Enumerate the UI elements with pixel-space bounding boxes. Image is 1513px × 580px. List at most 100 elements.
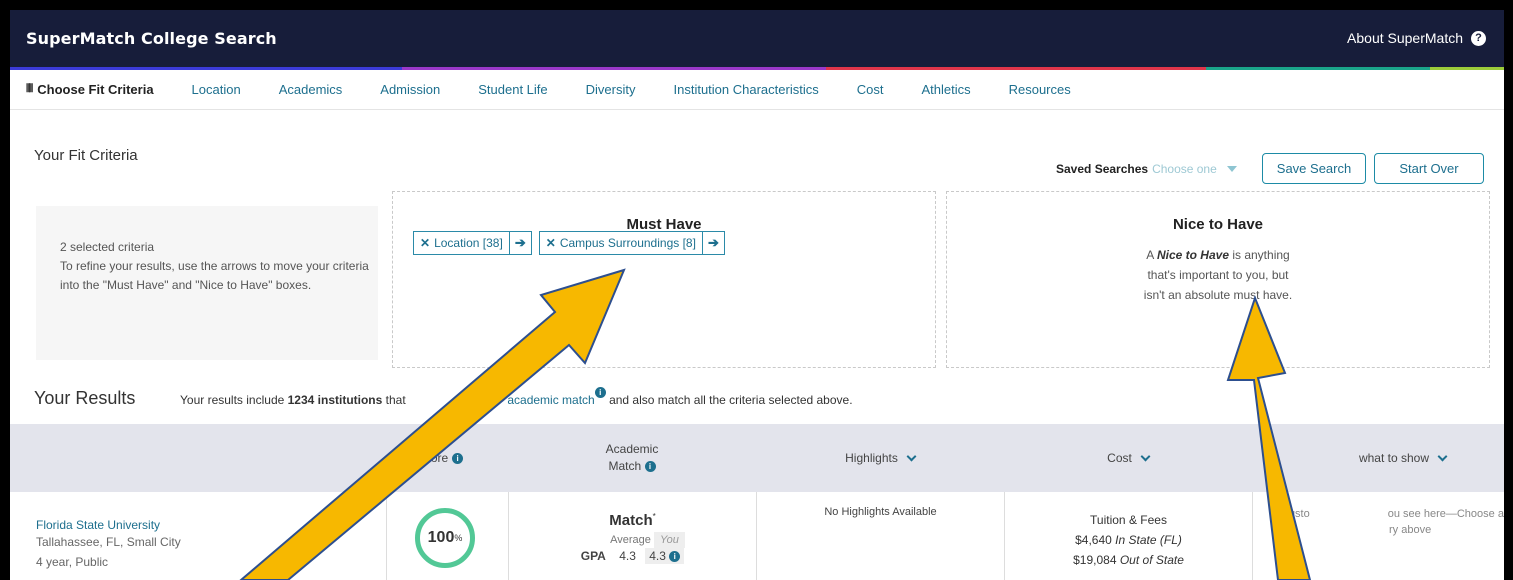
- in-state-amount: $4,640: [1075, 533, 1112, 547]
- academic-match-link[interactable]: academic match: [507, 393, 594, 407]
- saved-searches-select[interactable]: Saved Searches Choose one: [1056, 162, 1237, 176]
- results-text: Your results include: [180, 393, 288, 407]
- in-state-cost: $4,640 In State (FL): [1005, 530, 1252, 550]
- tab-resources[interactable]: Resources: [1009, 82, 1071, 97]
- match-text: Match: [609, 512, 653, 529]
- app-window: SuperMatch College Search About SuperMat…: [10, 10, 1504, 580]
- school-location: Tallahassee, FL, Small City: [36, 535, 181, 549]
- start-over-button[interactable]: Start Over: [1374, 153, 1484, 184]
- results-text: that: [382, 393, 406, 407]
- gpa-you-box: 4.3 i: [645, 548, 685, 564]
- top-bar: SuperMatch College Search About SuperMat…: [10, 10, 1504, 67]
- tab-admission[interactable]: Admission: [380, 82, 440, 97]
- match-star: *: [652, 512, 656, 521]
- you-label: You: [653, 532, 685, 548]
- out-state-amount: $19,084: [1073, 553, 1117, 567]
- nice-to-have-box[interactable]: Nice to Have A Nice to Have is anything t…: [946, 191, 1490, 368]
- custom-text: ou see here—Choose a: [1387, 508, 1504, 520]
- highlights-cell: No Highlights Available: [756, 492, 1004, 580]
- cost-cell: Tuition & Fees $4,640 In State (FL) $19,…: [1004, 492, 1252, 580]
- in-state-label: In State (FL): [1115, 533, 1182, 547]
- fit-criteria-title: Your Fit Criteria: [34, 147, 138, 164]
- about-label: About SuperMatch: [1347, 30, 1463, 46]
- selected-count: 2 selected criteria: [60, 240, 155, 254]
- criteria-info-box: 2 selected criteria To refine your resul…: [36, 206, 378, 360]
- remove-icon[interactable]: ✕: [540, 232, 560, 254]
- remove-icon[interactable]: ✕: [414, 232, 434, 254]
- chip-label: Location [38]: [434, 236, 503, 250]
- arrow-right-icon[interactable]: ➔: [508, 232, 531, 254]
- tuition-label: Tuition & Fees: [1090, 513, 1167, 527]
- nice-to-have-description: A Nice to Have is anything that's importa…: [1143, 248, 1293, 302]
- chevron-down-icon: [1437, 451, 1448, 461]
- chip-label: Campus Surroundings [8]: [559, 236, 696, 250]
- help-icon: ?: [1471, 30, 1486, 46]
- out-state-cost: $19,084 Out of State: [1005, 550, 1252, 570]
- score-cell: 100%: [386, 492, 508, 580]
- custom-text: ry above: [1389, 524, 1432, 536]
- results-title: Your Results: [34, 388, 136, 408]
- score-header[interactable]: ore i: [386, 424, 508, 492]
- tab-academics[interactable]: Academics: [279, 82, 343, 97]
- customize-label: what to show: [1358, 450, 1429, 465]
- tab-location[interactable]: Location: [192, 82, 241, 97]
- customize-header[interactable]: what to show: [1252, 424, 1504, 492]
- match-label: Match*: [509, 512, 756, 529]
- table-row: Florida State University Tallahassee, FL…: [10, 492, 1504, 580]
- tab-label: Choose Fit Criteria: [37, 82, 154, 97]
- results-table-header: ore i Academic Match i Highlights Cost w…: [10, 424, 1504, 492]
- desc-emphasis: Nice to Have: [1156, 248, 1229, 262]
- custom-cell: Custo ou see here—Choose a ry above: [1252, 492, 1504, 580]
- academic-match-label: Academic: [605, 442, 659, 456]
- score-ring: 100%: [415, 508, 475, 568]
- saved-searches-label: Saved Searches: [1056, 162, 1149, 176]
- criteria-instructions: To refine your results, use the arrows t…: [60, 259, 369, 292]
- gpa-row: GPA 4.3 4.3 i: [509, 548, 756, 564]
- out-state-label: Out of State: [1119, 553, 1184, 567]
- chevron-down-icon: [906, 451, 917, 461]
- must-have-chips: ✕ Location [38] ➔ ✕ Campus Surroundings …: [413, 231, 725, 255]
- average-label: Average: [610, 534, 651, 546]
- about-link[interactable]: About SuperMatch ?: [1347, 30, 1486, 46]
- tab-diversity[interactable]: Diversity: [586, 82, 636, 97]
- highlights-label: Highlights: [845, 450, 898, 465]
- info-icon[interactable]: i: [452, 452, 464, 464]
- tab-cost[interactable]: Cost: [857, 82, 884, 97]
- school-name-link[interactable]: Florida State University: [36, 518, 160, 532]
- info-icon[interactable]: i: [669, 551, 681, 563]
- results-text: and also match all the criteria selected…: [605, 393, 853, 407]
- score-unit: %: [454, 533, 463, 543]
- gpa-you: 4.3: [649, 549, 666, 563]
- custom-text: Custo: [1281, 508, 1310, 520]
- school-cell: Florida State University Tallahassee, FL…: [10, 492, 386, 580]
- nice-to-have-title: Nice to Have: [1172, 216, 1264, 233]
- score-value: 100: [427, 529, 455, 546]
- tab-student-life[interactable]: Student Life: [478, 82, 547, 97]
- criteria-chip: ✕ Location [38] ➔: [413, 231, 532, 255]
- school-type: 4 year, Public: [36, 555, 109, 569]
- tab-athletics[interactable]: Athletics: [921, 82, 970, 97]
- chevron-down-icon: [1226, 166, 1237, 172]
- arrow-right-icon[interactable]: ➔: [701, 232, 724, 254]
- tab-institution-characteristics[interactable]: Institution Characteristics: [673, 82, 818, 97]
- info-icon[interactable]: i: [594, 387, 606, 399]
- tab-choose-fit-criteria[interactable]: ⫴⫴ Choose Fit Criteria: [26, 82, 154, 97]
- score-header-label: ore: [430, 450, 449, 465]
- saved-searches-placeholder: Choose one: [1152, 162, 1217, 176]
- app-title: SuperMatch College Search: [26, 29, 277, 48]
- academic-match-label: Match: [608, 459, 642, 473]
- gpa-headers: Average You: [509, 532, 756, 548]
- info-icon[interactable]: i: [644, 461, 656, 473]
- must-have-box[interactable]: Must Have ✕ Location [38] ➔ ✕ Campus Sur…: [392, 191, 936, 368]
- gpa-average: 4.3: [619, 549, 636, 563]
- results-summary: Your results include 1234 institutions t…: [180, 387, 853, 407]
- academic-match-cell: Match* Average You GPA 4.3 4.3 i: [508, 492, 756, 580]
- gpa-label: GPA: [580, 549, 606, 563]
- criteria-nav: ⫴⫴ Choose Fit Criteria Location Academic…: [10, 70, 1504, 110]
- academic-match-header[interactable]: Academic Match i: [508, 424, 756, 492]
- save-search-button[interactable]: Save Search: [1262, 153, 1366, 184]
- highlights-header[interactable]: Highlights: [756, 424, 1004, 492]
- chevron-down-icon: [1140, 451, 1151, 461]
- sliders-icon: ⫴⫴: [26, 83, 33, 95]
- cost-header[interactable]: Cost: [1004, 424, 1252, 492]
